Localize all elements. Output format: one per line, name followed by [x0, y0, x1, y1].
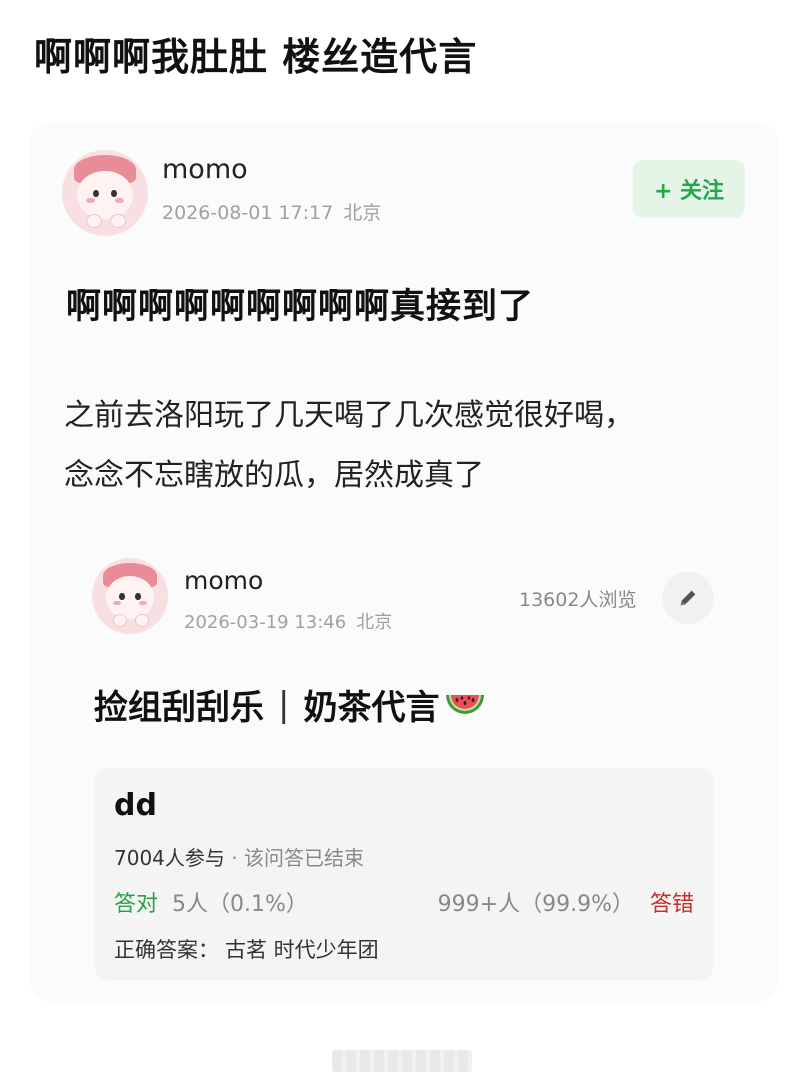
pencil-icon [680, 590, 696, 606]
quiz-title-left: 捡组刮刮乐 [94, 688, 264, 728]
shared-author-name[interactable]: momo [184, 566, 263, 595]
quiz-card[interactable]: dd 7004人参与 · 该问答已结束 答对 5人（0.1%） 999+人（99.… [94, 768, 714, 980]
shared-post-location: 北京 [356, 612, 393, 633]
correct-answer: 正确答案： 古茗 时代少年团 [114, 934, 379, 964]
quiz-status: · 该问答已结束 [231, 846, 364, 870]
post-card: momo 2026-08-01 17:17 北京 + 关注 啊啊啊啊啊啊啊啊啊真接… [30, 122, 778, 1002]
post-location: 北京 [343, 202, 382, 224]
post-body-line: 之前去洛阳玩了几天喝了几次感觉很好喝， [64, 398, 634, 433]
post-body-line: 念念不忘瞎放的瓜，居然成真了 [64, 458, 484, 493]
wrong-result: 999+人（99.9%） 答错 [438, 886, 694, 918]
page: 啊啊啊我肚肚 楼丝造代言 momo 2026-08-01 17:17 北京 + 关… [0, 0, 808, 1080]
view-count: 13602人浏览 [519, 589, 637, 611]
post-time: 2026-08-01 17:17 [162, 202, 334, 224]
author-name[interactable]: momo [162, 154, 248, 185]
answer-label: 正确答案： [114, 938, 219, 962]
quiz-title-separator: | [278, 684, 290, 725]
page-title: 啊啊啊我肚肚 楼丝造代言 [34, 35, 478, 79]
follow-button[interactable]: + 关注 [633, 160, 745, 218]
post-headline: 啊啊啊啊啊啊啊啊啊真接到了 [66, 287, 535, 327]
shared-post-meta: 2026-03-19 13:46 北京 [184, 608, 392, 634]
post-body: 之前去洛阳玩了几天喝了几次感觉很好喝， 念念不忘瞎放的瓜，居然成真了 [64, 386, 744, 506]
shared-post-time: 2026-03-19 13:46 [184, 612, 347, 633]
quiz-title-right: 奶茶代言 [303, 688, 440, 728]
shared-author-avatar[interactable] [92, 558, 168, 634]
author-avatar[interactable] [62, 150, 148, 236]
quiz-question: dd [114, 788, 157, 823]
wrong-count: 999+人（99.9%） [437, 892, 634, 917]
quiz-stats: 7004人参与 · 该问答已结束 [114, 842, 364, 871]
answer-value: 古茗 时代少年团 [225, 938, 379, 962]
post-meta: 2026-08-01 17:17 北京 [162, 198, 381, 225]
quiz-title: 捡组刮刮乐 | 奶茶代言 [94, 680, 487, 729]
wrong-label: 答错 [649, 892, 694, 917]
edit-button[interactable] [662, 572, 714, 624]
correct-label: 答对 [114, 892, 159, 917]
correct-result: 答对 5人（0.1%） [114, 886, 308, 918]
correct-count: 5人（0.1%） [172, 892, 308, 917]
watermelon-icon [446, 694, 485, 714]
participant-count: 7004人参与 [114, 846, 225, 870]
watermark [332, 1050, 472, 1072]
